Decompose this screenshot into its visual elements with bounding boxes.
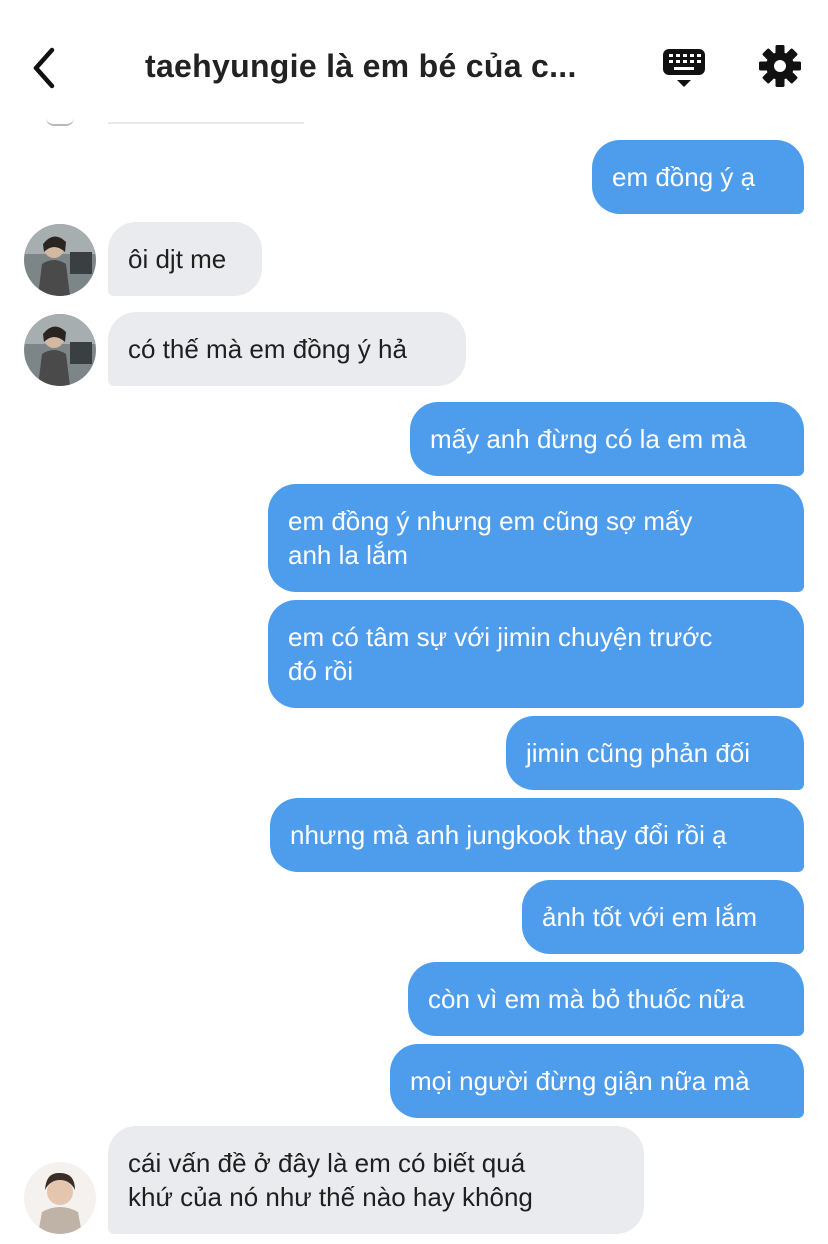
back-button[interactable] (28, 46, 62, 90)
message-bubble-outgoing[interactable]: nhưng mà anh jungkook thay đổi rồi ạ (270, 798, 804, 872)
avatar[interactable] (24, 1162, 96, 1234)
keyboard-button[interactable] (660, 46, 708, 90)
chat-header: taehyungie là em bé của c... (0, 0, 828, 118)
previous-message-edge (108, 122, 304, 124)
message-text: mấy anh đừng có la em mà (430, 424, 747, 454)
message-text: ảnh tốt với em lắm (542, 902, 758, 932)
message-text: còn vì em mà bỏ thuốc nữa (428, 984, 745, 1014)
message-bubble-outgoing[interactable]: jimin cũng phản đối (506, 716, 804, 790)
message-text: mọi người đừng giận nữa mà (410, 1066, 750, 1096)
message-bubble-outgoing[interactable]: em đồng ý nhưng em cũng sợ mấy anh la lắ… (268, 484, 804, 592)
message-bubble-outgoing[interactable]: mấy anh đừng có la em mà (410, 402, 804, 476)
message-text: nhưng mà anh jungkook thay đổi rồi ạ (290, 820, 727, 850)
message-text: jimin cũng phản đối (526, 738, 751, 768)
message-text: em có tâm sự với jimin chuyện trước đó r… (288, 622, 713, 686)
message-bubble-outgoing[interactable]: em đồng ý ạ (592, 140, 804, 214)
keyboard-icon (663, 49, 705, 87)
message-bubble-outgoing[interactable]: còn vì em mà bỏ thuốc nữa (408, 962, 804, 1036)
message-bubble-incoming[interactable]: ôi djt me (108, 222, 262, 296)
chevron-left-icon (33, 47, 55, 89)
previous-avatar-edge (46, 118, 74, 126)
avatar-photo (24, 1162, 96, 1234)
avatar-photo (24, 224, 96, 296)
message-bubble-outgoing[interactable]: ảnh tốt với em lắm (522, 880, 804, 954)
chat-title[interactable]: taehyungie là em bé của c... (145, 48, 615, 85)
avatar-photo (24, 314, 96, 386)
message-text: ôi djt me (128, 244, 227, 274)
message-text: cái vấn đề ở đây là em có biết quá khứ c… (128, 1148, 533, 1212)
message-bubble-incoming[interactable]: có thế mà em đồng ý hả (108, 312, 466, 386)
message-bubble-outgoing[interactable]: mọi người đừng giận nữa mà (390, 1044, 804, 1118)
message-bubble-outgoing[interactable]: em có tâm sự với jimin chuyện trước đó r… (268, 600, 804, 708)
avatar[interactable] (24, 314, 96, 386)
message-text: có thế mà em đồng ý hả (128, 334, 407, 364)
message-bubble-incoming[interactable]: cái vấn đề ở đây là em có biết quá khứ c… (108, 1126, 644, 1234)
gear-icon (759, 45, 801, 87)
message-text: em đồng ý ạ (612, 162, 756, 192)
settings-button[interactable] (758, 44, 802, 88)
message-text: em đồng ý nhưng em cũng sợ mấy anh la lắ… (288, 506, 693, 570)
avatar[interactable] (24, 224, 96, 296)
